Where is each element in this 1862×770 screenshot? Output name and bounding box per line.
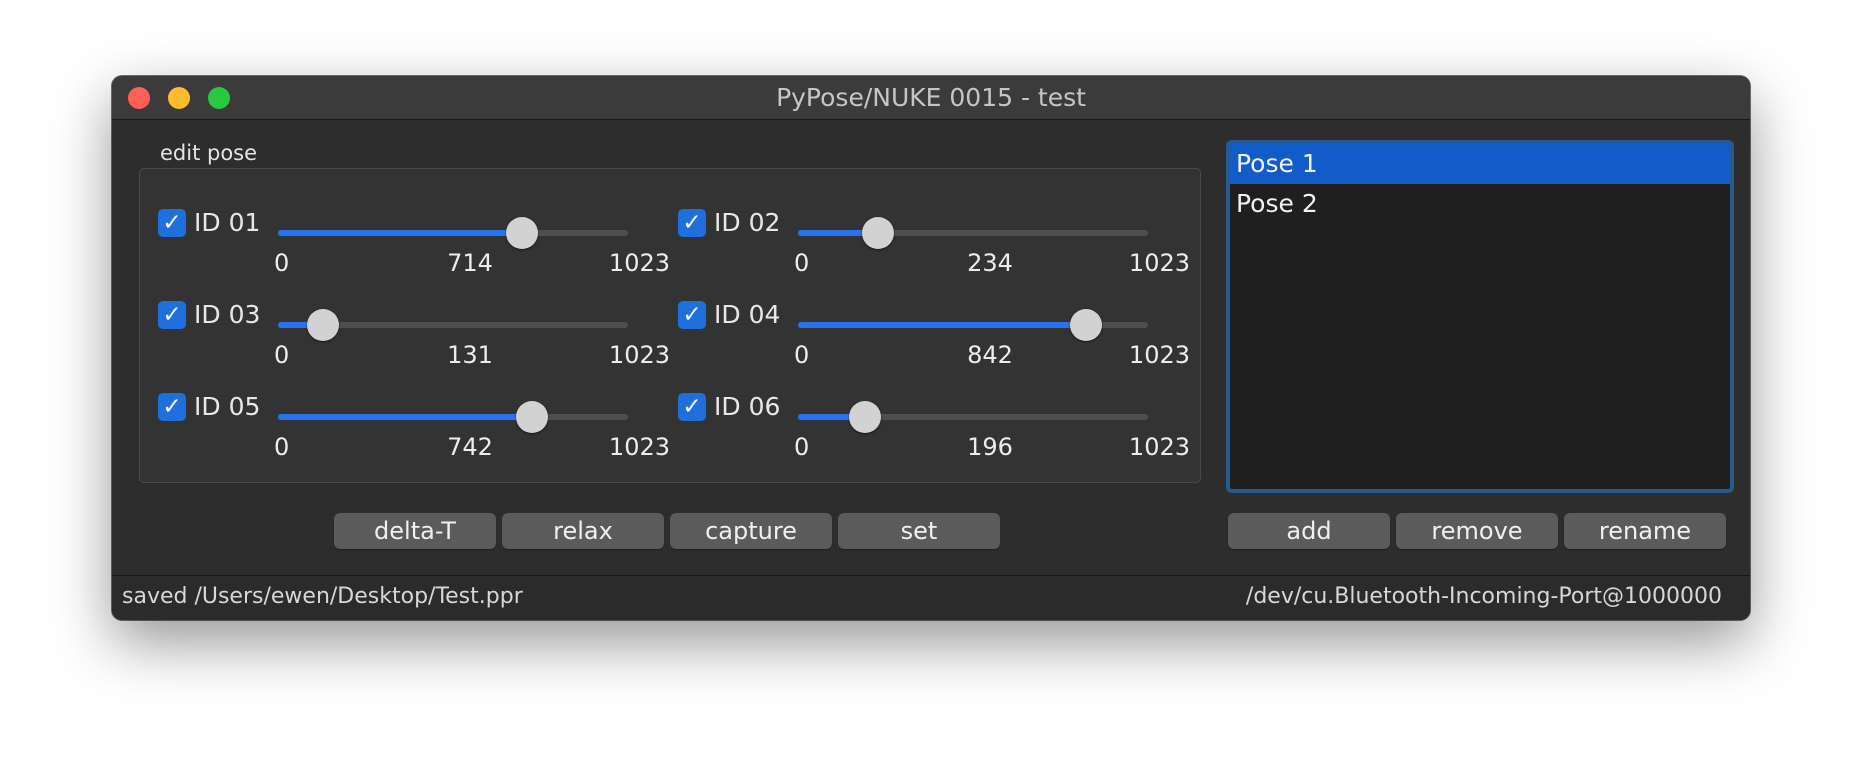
slider-handle[interactable] — [506, 217, 539, 249]
rename-pose-button[interactable]: rename — [1564, 513, 1726, 549]
checkmark-icon[interactable]: ✓ — [678, 393, 706, 421]
slider-fill — [278, 414, 532, 420]
slider-max-label: 1023 — [608, 341, 670, 369]
slider-max-label: 1023 — [1128, 249, 1190, 277]
slider-value-label: 714 — [447, 249, 493, 277]
joint-slider-id-06[interactable] — [798, 401, 1148, 433]
edit-pose-group: ✓ ID 01 0 714 1023 ✓ ID 02 0 234 1023 ✓ … — [139, 168, 1201, 483]
slider-min-label: 0 — [794, 433, 810, 461]
status-bar: saved /Users/ewen/Desktop/Test.ppr /dev/… — [112, 575, 1750, 620]
slider-max-label: 1023 — [608, 433, 670, 461]
slider-min-label: 0 — [794, 249, 810, 277]
checkmark-icon[interactable]: ✓ — [158, 393, 186, 421]
joint-slider-id-03[interactable] — [278, 309, 628, 341]
slider-value-label: 842 — [967, 341, 1013, 369]
pose-list-item[interactable]: Pose 2 — [1230, 184, 1730, 224]
joint-slider-id-05[interactable] — [278, 401, 628, 433]
slider-value-label: 742 — [447, 433, 493, 461]
joint-control-id-05: ✓ ID 05 0 742 1023 — [158, 392, 678, 483]
slider-handle[interactable] — [306, 309, 339, 341]
joint-control-id-01: ✓ ID 01 0 714 1023 — [158, 208, 678, 299]
checkmark-icon[interactable]: ✓ — [158, 301, 186, 329]
slider-handle[interactable] — [1070, 309, 1103, 341]
save-status-text: saved /Users/ewen/Desktop/Test.ppr — [122, 584, 523, 609]
joint-slider-id-02[interactable] — [798, 217, 1148, 249]
slider-value-label: 196 — [967, 433, 1013, 461]
joint-label-id-01: ID 01 — [194, 208, 261, 237]
window-title: PyPose/NUKE 0015 - test — [776, 83, 1086, 112]
slider-fill — [798, 322, 1087, 328]
slider-handle[interactable] — [862, 217, 895, 249]
slider-min-label: 0 — [794, 341, 810, 369]
slider-min-label: 0 — [274, 433, 290, 461]
pypose-window: PyPose/NUKE 0015 - test edit pose ✓ ID 0… — [112, 76, 1750, 620]
slider-max-label: 1023 — [608, 249, 670, 277]
slider-min-label: 0 — [274, 341, 290, 369]
title-bar: PyPose/NUKE 0015 - test — [112, 76, 1750, 120]
slider-max-label: 1023 — [1128, 433, 1190, 461]
slider-fill — [278, 230, 523, 236]
joint-slider-id-04[interactable] — [798, 309, 1148, 341]
joint-label-id-02: ID 02 — [714, 208, 781, 237]
edit-pose-group-label: edit pose — [160, 141, 258, 165]
joint-label-id-06: ID 06 — [714, 392, 781, 421]
checkmark-icon[interactable]: ✓ — [158, 209, 186, 237]
relax-button[interactable]: relax — [502, 513, 664, 549]
add-pose-button[interactable]: add — [1228, 513, 1390, 549]
slider-max-label: 1023 — [1128, 341, 1190, 369]
delta-t-button[interactable]: delta-T — [334, 513, 496, 549]
joint-control-id-04: ✓ ID 04 0 842 1023 — [678, 300, 1198, 391]
checkmark-icon[interactable]: ✓ — [678, 301, 706, 329]
port-status-text: /dev/cu.Bluetooth-Incoming-Port@1000000 — [1245, 584, 1722, 609]
checkmark-icon[interactable]: ✓ — [678, 209, 706, 237]
joint-label-id-04: ID 04 — [714, 300, 781, 329]
slider-value-label: 131 — [447, 341, 493, 369]
capture-button[interactable]: capture — [670, 513, 832, 549]
joint-control-id-06: ✓ ID 06 0 196 1023 — [678, 392, 1198, 483]
pose-list[interactable]: Pose 1 Pose 2 — [1226, 140, 1734, 493]
joint-control-id-03: ✓ ID 03 0 131 1023 — [158, 300, 678, 391]
joint-slider-id-01[interactable] — [278, 217, 628, 249]
slider-min-label: 0 — [274, 249, 290, 277]
joint-control-id-02: ✓ ID 02 0 234 1023 — [678, 208, 1198, 299]
slider-handle[interactable] — [849, 401, 882, 433]
slider-handle[interactable] — [515, 401, 548, 433]
joint-label-id-03: ID 03 — [194, 300, 261, 329]
pose-list-item[interactable]: Pose 1 — [1230, 144, 1730, 184]
remove-pose-button[interactable]: remove — [1396, 513, 1558, 549]
set-button[interactable]: set — [838, 513, 1000, 549]
joint-label-id-05: ID 05 — [194, 392, 261, 421]
slider-value-label: 234 — [967, 249, 1013, 277]
